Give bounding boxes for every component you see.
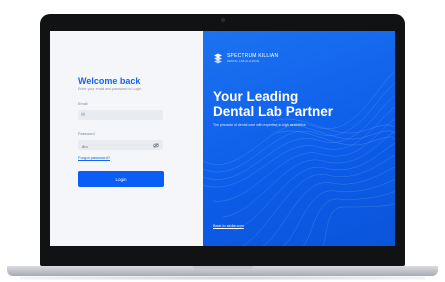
laptop-shadow: [20, 276, 425, 280]
hero-headline: Your Leading Dental Lab Partner: [213, 89, 333, 119]
brand-panel: SPECTRUM KILLIAN DENTAL LAB ALLIANCE You…: [203, 31, 395, 246]
brand-logo-icon: [214, 53, 222, 64]
password-label: Password: [78, 132, 95, 136]
brand-tagline: DENTAL LAB ALLIANCE: [227, 60, 260, 63]
headline-line-1: Your Leading: [213, 89, 299, 104]
login-panel: Welcome back Enter your email and passwo…: [50, 31, 203, 246]
back-to-site-link[interactable]: Back to skdla.com: [213, 224, 244, 228]
laptop-screen: Welcome back Enter your email and passwo…: [50, 31, 395, 246]
eye-slash-icon[interactable]: [153, 143, 159, 150]
forgot-password-link[interactable]: Forgot password?: [78, 155, 110, 160]
email-field[interactable]: [78, 110, 163, 120]
welcome-title: Welcome back: [78, 76, 141, 86]
wave-pattern: [203, 70, 395, 246]
login-subtitle: Enter your email and password to Login: [78, 87, 142, 91]
brand-name: SPECTRUM KILLIAN: [227, 53, 279, 59]
password-value: 8ro: [82, 144, 88, 149]
login-button[interactable]: Login: [78, 171, 164, 187]
email-label: Email: [78, 102, 88, 106]
mail-icon: ✉: [81, 112, 86, 118]
webcam: [220, 18, 225, 22]
hero-description: The pinnacle of dental care with experti…: [213, 123, 306, 127]
base-notch: [192, 266, 253, 270]
laptop-base: [7, 266, 438, 276]
headline-line-2: Dental Lab Partner: [213, 104, 334, 119]
password-field[interactable]: [78, 140, 163, 150]
